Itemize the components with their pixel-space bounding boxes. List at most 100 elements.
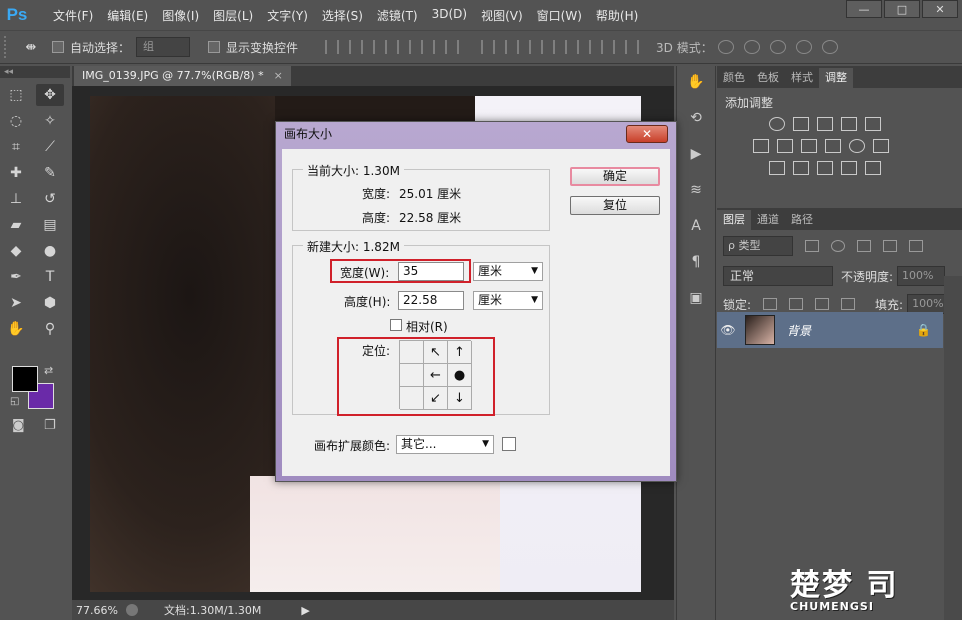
distribute-left-icon[interactable] bbox=[553, 40, 568, 54]
align-left-icon[interactable] bbox=[397, 40, 412, 54]
visibility-eye-icon[interactable]: 👁 bbox=[717, 323, 739, 337]
blend-mode-dropdown[interactable]: 正常 bbox=[723, 266, 833, 286]
paragraph-icon[interactable]: ¶ bbox=[683, 254, 709, 276]
menu-filter[interactable]: 滤镜(T) bbox=[370, 7, 425, 24]
rotate-3d-icon[interactable] bbox=[717, 40, 734, 54]
height-input[interactable]: 22.58 bbox=[398, 291, 464, 310]
levels-icon[interactable] bbox=[793, 117, 809, 131]
tab-color[interactable]: 颜色 bbox=[717, 68, 751, 88]
menu-layer[interactable]: 图层(L) bbox=[206, 7, 260, 24]
auto-select-dropdown[interactable]: 组 bbox=[136, 37, 191, 57]
hand-tool-icon[interactable]: ✋ bbox=[2, 318, 30, 340]
toolbox-header[interactable]: ◂◂ bbox=[0, 66, 70, 78]
align-right-icon[interactable] bbox=[445, 40, 460, 54]
roll-3d-icon[interactable] bbox=[743, 40, 760, 54]
hue-saturation-icon[interactable] bbox=[753, 139, 769, 153]
status-icon[interactable] bbox=[126, 604, 138, 616]
zoom-tool-icon[interactable]: ⚲ bbox=[36, 318, 64, 340]
color-balance-icon[interactable] bbox=[777, 139, 793, 153]
menu-type[interactable]: 文字(Y) bbox=[260, 7, 315, 24]
tab-adjustments[interactable]: 调整 bbox=[819, 68, 853, 88]
tab-layers[interactable]: 图层 bbox=[717, 210, 751, 230]
history-brush-icon[interactable]: ↺ bbox=[36, 188, 64, 210]
auto-align-icon[interactable] bbox=[625, 40, 640, 54]
character-icon[interactable]: A bbox=[683, 218, 709, 240]
filter-shape-icon[interactable] bbox=[883, 240, 897, 252]
close-button[interactable]: ✕ bbox=[922, 0, 958, 18]
zoom-level[interactable]: 77.66% bbox=[72, 604, 122, 617]
brush-tool-icon[interactable]: ✎ bbox=[36, 162, 64, 184]
dodge-tool-icon[interactable]: ● bbox=[36, 240, 64, 262]
filter-type-icon[interactable] bbox=[857, 240, 871, 252]
minimize-button[interactable]: — bbox=[846, 0, 882, 18]
curves-icon[interactable] bbox=[817, 117, 833, 131]
scale-3d-icon[interactable] bbox=[821, 40, 838, 54]
menu-view[interactable]: 视图(V) bbox=[474, 7, 530, 24]
slide-3d-icon[interactable] bbox=[795, 40, 812, 54]
selective-color-icon[interactable] bbox=[841, 161, 857, 175]
menu-3d[interactable]: 3D(D) bbox=[425, 7, 474, 24]
lock-pixels-icon[interactable] bbox=[789, 298, 804, 310]
gradient-tool-icon[interactable]: ▤ bbox=[36, 214, 64, 236]
layer-background[interactable]: 👁 背景 🔒 bbox=[717, 312, 943, 348]
align-hcenter-icon[interactable] bbox=[421, 40, 436, 54]
layer-filter-dropdown[interactable]: ρ 类型 bbox=[723, 236, 793, 256]
extension-color-dropdown[interactable]: 其它... ▼ bbox=[396, 435, 494, 454]
stamp-tool-icon[interactable]: ⊥ bbox=[2, 188, 30, 210]
tab-swatches[interactable]: 色板 bbox=[751, 68, 785, 88]
menu-image[interactable]: 图像(I) bbox=[155, 7, 206, 24]
menu-window[interactable]: 窗口(W) bbox=[530, 7, 589, 24]
distribute-bottom-icon[interactable] bbox=[529, 40, 544, 54]
relative-checkbox[interactable] bbox=[390, 319, 402, 331]
move-tool-icon[interactable]: ✥ bbox=[36, 84, 64, 106]
align-vcenter-icon[interactable] bbox=[349, 40, 364, 54]
eraser-tool-icon[interactable]: ▰ bbox=[2, 214, 30, 236]
opacity-field[interactable]: 100% bbox=[897, 266, 946, 286]
brightness-icon[interactable] bbox=[769, 117, 785, 131]
black-white-icon[interactable] bbox=[801, 139, 817, 153]
maximize-button[interactable]: □ bbox=[884, 0, 920, 18]
close-tab-icon[interactable]: × bbox=[274, 69, 283, 82]
document-tab[interactable]: IMG_0139.JPG @ 77.7%(RGB/8) * × bbox=[74, 66, 291, 86]
filter-smart-icon[interactable] bbox=[909, 240, 923, 252]
tab-styles[interactable]: 样式 bbox=[785, 68, 819, 88]
lock-transparent-icon[interactable] bbox=[763, 298, 778, 310]
status-menu-arrow-icon[interactable]: ▶ bbox=[301, 604, 309, 617]
menu-file[interactable]: 文件(F) bbox=[46, 7, 100, 24]
lock-position-icon[interactable] bbox=[815, 298, 830, 310]
type-tool-icon[interactable]: T bbox=[36, 266, 64, 288]
vibrance-icon[interactable] bbox=[865, 117, 881, 131]
filter-pixel-icon[interactable] bbox=[805, 240, 819, 252]
tab-channels[interactable]: 通道 bbox=[751, 210, 785, 230]
lasso-tool-icon[interactable]: ◌ bbox=[2, 110, 30, 132]
color-lookup-icon[interactable] bbox=[873, 139, 889, 153]
healing-brush-icon[interactable]: ✚ bbox=[2, 162, 30, 184]
path-select-icon[interactable]: ➤ bbox=[2, 292, 30, 314]
reset-button[interactable]: 复位 bbox=[570, 196, 660, 215]
height-unit-dropdown[interactable]: 厘米 ▼ bbox=[473, 291, 543, 310]
tab-paths[interactable]: 路径 bbox=[785, 210, 819, 230]
posterize-icon[interactable] bbox=[793, 161, 809, 175]
ok-button[interactable]: 确定 bbox=[570, 167, 660, 186]
menu-help[interactable]: 帮助(H) bbox=[589, 7, 645, 24]
shape-tool-icon[interactable]: ⬢ bbox=[36, 292, 64, 314]
3d-panel-icon[interactable]: ▣ bbox=[683, 290, 709, 312]
foreground-color-swatch[interactable] bbox=[12, 366, 38, 392]
default-colors-icon[interactable]: ◱ bbox=[10, 396, 19, 407]
distribute-right-icon[interactable] bbox=[601, 40, 616, 54]
threshold-icon[interactable] bbox=[817, 161, 833, 175]
align-top-icon[interactable] bbox=[325, 40, 340, 54]
distribute-top-icon[interactable] bbox=[481, 40, 496, 54]
actions-icon[interactable]: ▶ bbox=[683, 146, 709, 168]
lock-all-icon[interactable] bbox=[841, 298, 856, 310]
magic-wand-icon[interactable]: ✧ bbox=[36, 110, 64, 132]
auto-select-checkbox[interactable] bbox=[52, 41, 64, 53]
align-bottom-icon[interactable] bbox=[373, 40, 388, 54]
invert-icon[interactable] bbox=[769, 161, 785, 175]
channel-mixer-icon[interactable] bbox=[849, 139, 865, 153]
brush-presets-icon[interactable]: ≋ bbox=[683, 182, 709, 204]
crop-tool-icon[interactable]: ⌗ bbox=[2, 136, 30, 158]
tool-presets-icon[interactable]: ✋ bbox=[683, 74, 709, 96]
distribute-vcenter-icon[interactable] bbox=[505, 40, 520, 54]
quick-mask-icon[interactable]: ◙ bbox=[12, 418, 25, 433]
